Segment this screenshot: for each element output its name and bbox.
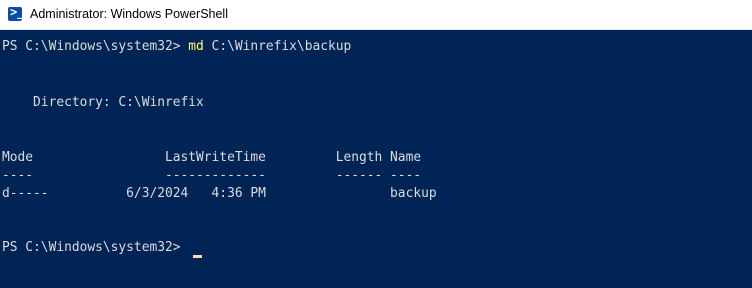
console-output[interactable]: PS C:\Windows\system32> md C:\Winrefix\b… <box>0 30 752 288</box>
powershell-icon-glyph: >_ <box>10 7 22 19</box>
title-bar[interactable]: >_ Administrator: Windows PowerShell <box>0 0 752 30</box>
text-cursor <box>193 255 202 258</box>
powershell-window: >_ Administrator: Windows PowerShell PS … <box>0 0 752 288</box>
command-line: PS C:\Windows\system32> md C:\Winrefix\b… <box>2 39 351 55</box>
prompt: PS C:\Windows\system32> <box>2 240 189 255</box>
directory-line: Directory: C:\Winrefix <box>2 95 204 110</box>
command-args: C:\Winrefix\backup <box>203 39 352 54</box>
powershell-icon: >_ <box>8 7 22 21</box>
prompt-line: PS C:\Windows\system32> <box>2 240 188 256</box>
listing-header: Mode LastWriteTime Length Name <box>2 150 422 165</box>
listing-separator: ---- ------------- ------ ---- <box>2 168 422 183</box>
command-name: md <box>188 39 204 54</box>
listing-row: d----- 6/3/2024 4:36 PM backup <box>2 186 437 201</box>
window-title: Administrator: Windows PowerShell <box>30 7 228 21</box>
prompt: PS C:\Windows\system32> <box>2 39 189 54</box>
